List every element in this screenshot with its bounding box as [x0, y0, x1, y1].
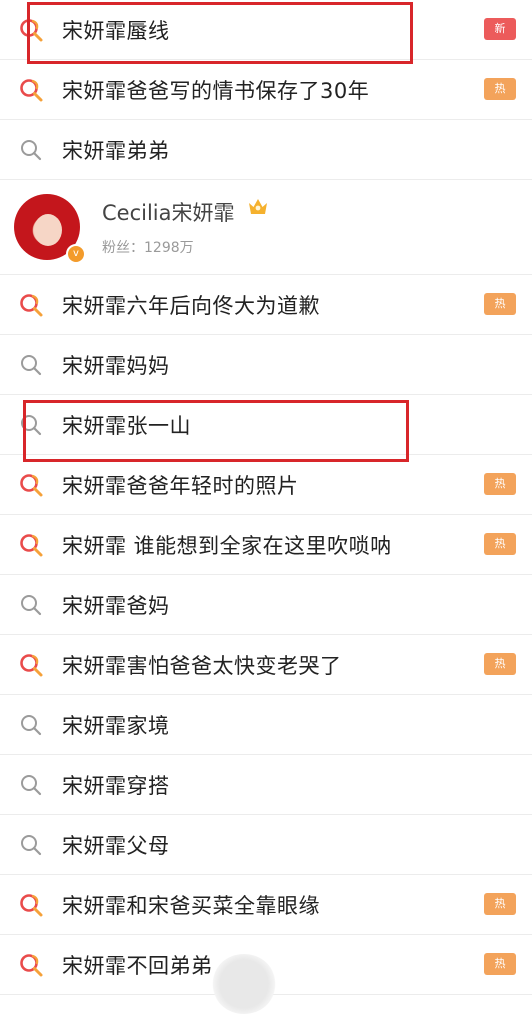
suggestion-row[interactable]: 宋妍霏和宋爸买菜全靠眼缘 热: [0, 875, 532, 935]
user-card[interactable]: v Cecilia宋妍霏 粉丝：1298万: [0, 180, 532, 275]
suggestion-text: 宋妍霏害怕爸爸太快变老哭了: [62, 653, 342, 678]
suggestion-text: 宋妍霏家境: [62, 713, 170, 738]
search-icon: [18, 772, 44, 798]
suggestion-text: 宋妍霏妈妈: [62, 353, 170, 378]
suggestion-text: 宋妍霏爸爸写的情书保存了30年: [62, 78, 370, 103]
suggestion-text: 宋妍霏父母: [62, 833, 170, 858]
suggestion-text: 宋妍霏不回弟弟: [62, 953, 213, 978]
highlight-box-middle: [23, 400, 409, 462]
suggestion-row[interactable]: 宋妍霏父母: [0, 815, 532, 875]
suggestion-row[interactable]: 宋妍霏爸爸写的情书保存了30年 热: [0, 60, 532, 120]
search-icon: [18, 712, 44, 738]
suggestion-row[interactable]: 宋妍霏 谁能想到全家在这里吹唢呐 热: [0, 515, 532, 575]
hot-badge: 热: [484, 78, 516, 100]
hot-search-icon: [18, 652, 44, 678]
search-icon: [18, 832, 44, 858]
user-name[interactable]: Cecilia宋妍霏: [102, 197, 235, 227]
suggestion-row[interactable]: 宋妍霏六年后向佟大为道歉 热: [0, 275, 532, 335]
suggestion-text: 宋妍霏穿搭: [62, 773, 170, 798]
suggestion-row[interactable]: 宋妍霏家境: [0, 695, 532, 755]
hot-badge: 热: [484, 653, 516, 675]
suggestion-text: 宋妍霏 谁能想到全家在这里吹唢呐: [62, 533, 392, 558]
suggestion-text: 宋妍霏弟弟: [62, 138, 170, 163]
hot-search-icon: [18, 892, 44, 918]
suggestion-row[interactable]: 宋妍霏妈妈: [0, 335, 532, 395]
suggestion-text: 宋妍霏爸爸年轻时的照片: [62, 473, 299, 498]
hot-search-icon: [18, 77, 44, 103]
search-suggestion-list: 宋妍霏蜃线 新 宋妍霏爸爸写的情书保存了30年 热 宋妍霏弟弟 v Cecili…: [0, 0, 532, 995]
search-icon: [18, 352, 44, 378]
fans-count: 粉丝：1298万: [102, 240, 194, 256]
hot-badge: 热: [484, 293, 516, 315]
suggestion-text: 宋妍霏爸妈: [62, 593, 170, 618]
highlight-box-top: [27, 2, 413, 64]
verified-badge-icon: v: [66, 244, 86, 264]
suggestion-row[interactable]: 宋妍霏爸爸年轻时的照片 热: [0, 455, 532, 515]
hot-badge: 热: [484, 953, 516, 975]
hot-search-icon: [18, 472, 44, 498]
search-icon: [18, 592, 44, 618]
hot-badge: 热: [484, 533, 516, 555]
suggestion-row[interactable]: 宋妍霏害怕爸爸太快变老哭了 热: [0, 635, 532, 695]
hot-search-icon: [18, 952, 44, 978]
search-icon: [18, 137, 44, 163]
hot-badge: 热: [484, 473, 516, 495]
crown-icon: [249, 199, 267, 214]
new-badge: 新: [484, 18, 516, 40]
hot-badge: 热: [484, 893, 516, 915]
hot-search-icon: [18, 292, 44, 318]
suggestion-row[interactable]: 宋妍霏弟弟: [0, 120, 532, 180]
suggestion-text: 宋妍霏和宋爸买菜全靠眼缘: [62, 893, 320, 918]
loading-indicator: [212, 954, 276, 1014]
suggestion-row[interactable]: 宋妍霏穿搭: [0, 755, 532, 815]
suggestion-text: 宋妍霏六年后向佟大为道歉: [62, 293, 320, 318]
suggestion-row[interactable]: 宋妍霏爸妈: [0, 575, 532, 635]
hot-search-icon: [18, 532, 44, 558]
